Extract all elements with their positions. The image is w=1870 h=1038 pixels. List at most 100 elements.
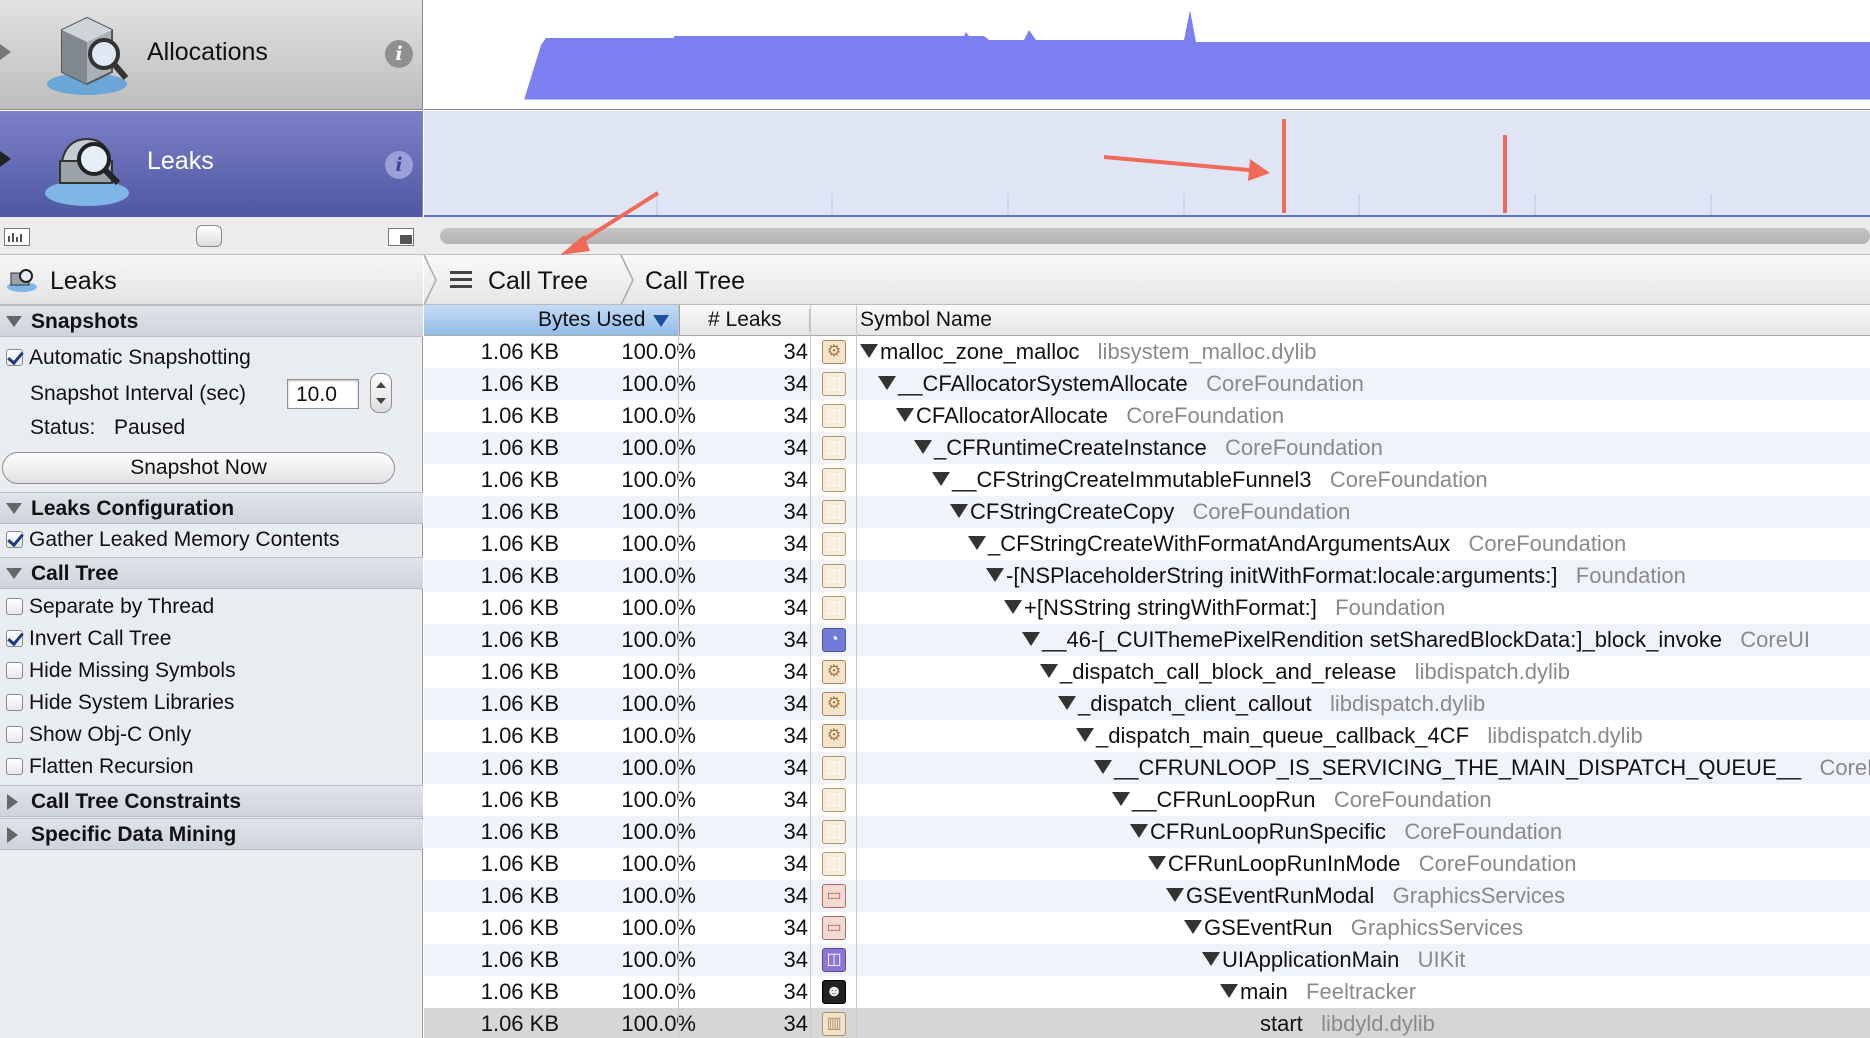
snapshot-now-button[interactable]: Snapshot Now	[2, 452, 395, 484]
interval-stepper[interactable]	[370, 373, 392, 413]
hide-missing-symbols-option[interactable]: Hide Missing Symbols	[6, 657, 236, 685]
cup-icon: ◫	[822, 372, 846, 396]
checkbox[interactable]	[6, 694, 23, 711]
disclosure-triangle-icon[interactable]	[1040, 664, 1058, 678]
section-snapshots[interactable]: Snapshots	[0, 305, 423, 337]
disclosure-triangle-icon[interactable]	[1202, 952, 1220, 966]
bytes-percent-cell: 100.0%	[621, 563, 696, 588]
checkbox[interactable]	[6, 598, 23, 615]
library-name: Feeltracker	[1306, 979, 1417, 1004]
disclosure-triangle-icon[interactable]	[860, 344, 878, 358]
disclosure-triangle-icon[interactable]	[1076, 728, 1094, 742]
table-row[interactable]: 1.06 KB 100.0% 34 ◫ CFRunLoopRunSpecific Cor…	[424, 816, 1870, 848]
disclosure-triangle-icon[interactable]	[1184, 920, 1202, 934]
stepper-down-icon[interactable]	[376, 398, 386, 404]
table-row[interactable]: 1.06 KB 100.0% 34 ◫ CFAllocatorAllocate Core…	[424, 400, 1870, 432]
table-row[interactable]: 1.06 KB 100.0% 34 ◫ __CFRUNLOOP_IS_SERVICING…	[424, 752, 1870, 784]
disclosure-triangle-icon[interactable]	[878, 376, 896, 390]
table-row[interactable]: 1.06 KB 100.0% 34 ◫ CFRunLoopRunInMode CoreF…	[424, 848, 1870, 880]
disclosure-triangle-icon[interactable]	[6, 503, 22, 514]
table-row[interactable]: 1.06 KB 100.0% 34 ⚙ malloc_zone_malloc libsy…	[424, 336, 1870, 368]
instrument-leaks[interactable]: Leaks i	[0, 111, 423, 217]
disclosure-triangle-icon[interactable]	[1130, 824, 1148, 838]
symbol-cell: CFRunLoopRunSpecific CoreFoundation	[1130, 816, 1562, 848]
table-row[interactable]: 1.06 KB 100.0% 34 ◫ _CFRuntimeCreateInstance…	[424, 432, 1870, 464]
table-row[interactable]: 1.06 KB 100.0% 34 ◫ +[NSString stringWithFor…	[424, 592, 1870, 624]
breadcrumb-call-tree[interactable]: Call Tree	[488, 267, 588, 296]
disclosure-triangle-icon[interactable]	[1148, 856, 1166, 870]
instrument-allocations[interactable]: Allocations i	[0, 0, 423, 110]
disclosure-triangle-icon[interactable]	[7, 827, 18, 843]
disclosure-triangle-icon[interactable]	[932, 472, 950, 486]
flatten-recursion-option[interactable]: Flatten Recursion	[6, 753, 194, 781]
stepper-up-icon[interactable]	[376, 382, 386, 388]
info-icon[interactable]: i	[385, 40, 413, 68]
table-row[interactable]: 1.06 KB 100.0% 34 ⚙ _dispatch_main_queue_cal…	[424, 720, 1870, 752]
disclosure-triangle-icon[interactable]	[0, 44, 11, 60]
disclosure-triangle-icon[interactable]	[6, 568, 22, 579]
table-row[interactable]: 1.06 KB 100.0% 34 ☻ main Feeltracker	[424, 976, 1870, 1008]
disclosure-triangle-icon[interactable]	[1166, 888, 1184, 902]
disclosure-triangle-icon[interactable]	[1022, 632, 1040, 646]
checkbox[interactable]	[6, 531, 23, 548]
hide-system-libraries-option[interactable]: Hide System Libraries	[6, 689, 234, 717]
list-icon[interactable]	[450, 270, 472, 290]
bytes-used-cell: 1.06 KB	[480, 691, 559, 716]
disclosure-triangle-icon[interactable]	[1004, 600, 1022, 614]
snapshot-interval-field[interactable]: 10.0	[287, 379, 359, 409]
invert-call-tree-option[interactable]: Invert Call Tree	[6, 625, 171, 653]
breadcrumb-call-tree-current[interactable]: Call Tree	[645, 267, 745, 296]
checkbox[interactable]	[6, 630, 23, 647]
disclosure-triangle-icon[interactable]	[914, 440, 932, 454]
detail-view-icon[interactable]	[388, 228, 414, 246]
table-row[interactable]: 1.06 KB 100.0% 34 ⚙ _dispatch_client_callout…	[424, 688, 1870, 720]
table-row[interactable]: 1.06 KB 100.0% 34 ▭ GSEventRun GraphicsServi…	[424, 912, 1870, 944]
table-row[interactable]: 1.06 KB 100.0% 34 ⚙ _dispatch_call_block_and…	[424, 656, 1870, 688]
table-row[interactable]: 1.06 KB 100.0% 34 ◫ -[NSPlaceholderString in…	[424, 560, 1870, 592]
bar-chart-icon[interactable]	[4, 228, 30, 246]
disclosure-triangle-icon[interactable]	[6, 316, 22, 327]
checkbox[interactable]	[6, 662, 23, 679]
disclosure-triangle-icon[interactable]	[1058, 696, 1076, 710]
table-row[interactable]: 1.06 KB 100.0% 34 ◫ UIApplicationMain UIKit	[424, 944, 1870, 976]
symbol-name-column-header[interactable]: Symbol Name	[860, 305, 992, 335]
disclosure-triangle-icon[interactable]	[896, 408, 914, 422]
status-label: Status:	[30, 416, 96, 439]
disclosure-triangle-icon[interactable]	[1220, 984, 1238, 998]
disclosure-triangle-icon[interactable]	[1112, 792, 1130, 806]
disclosure-triangle-icon[interactable]	[986, 568, 1004, 582]
table-row[interactable]: 1.06 KB 100.0% 34 ▭ GSEventRunModal Graphics…	[424, 880, 1870, 912]
table-row[interactable]: 1.06 KB 100.0% 34 ▥ start libdyld.dylib	[424, 1008, 1870, 1038]
table-row[interactable]: 1.06 KB 100.0% 34 ◫ _CFStringCreateWithForma…	[424, 528, 1870, 560]
show-objc-only-option[interactable]: Show Obj-C Only	[6, 721, 191, 749]
separate-by-thread-option[interactable]: Separate by Thread	[6, 593, 214, 621]
library-name: libdyld.dylib	[1321, 1011, 1435, 1036]
disclosure-triangle-icon[interactable]	[968, 536, 986, 550]
table-row[interactable]: 1.06 KB 100.0% 34 ◫ __CFStringCreateImmutabl…	[424, 464, 1870, 496]
table-row[interactable]: 1.06 KB 100.0% 34 ◫ __CFRunLoopRun CoreFound…	[424, 784, 1870, 816]
checkbox[interactable]	[6, 726, 23, 743]
checkbox[interactable]	[6, 349, 23, 366]
symbol-cell: _dispatch_client_callout libdispatch.dyl…	[1058, 688, 1485, 720]
zoom-slider-thumb[interactable]	[196, 225, 222, 247]
checkbox[interactable]	[6, 758, 23, 775]
info-icon[interactable]: i	[385, 151, 413, 179]
symbol-name: _dispatch_call_block_and_release	[1060, 659, 1397, 684]
gather-leaked-memory-option[interactable]: Gather Leaked Memory Contents	[6, 526, 340, 554]
section-call-tree-constraints[interactable]: Call Tree Constraints	[0, 785, 423, 817]
disclosure-triangle-icon[interactable]	[0, 151, 11, 167]
disclosure-triangle-icon[interactable]	[950, 504, 968, 518]
section-call-tree[interactable]: Call Tree	[0, 557, 423, 589]
section-specific-data-mining[interactable]: Specific Data Mining	[0, 818, 423, 850]
section-leaks-configuration[interactable]: Leaks Configuration	[0, 492, 423, 524]
automatic-snapshotting-option[interactable]: Automatic Snapshotting	[6, 344, 251, 372]
table-row[interactable]: 1.06 KB 100.0% 34 ◫ __CFAllocatorSystemAlloc…	[424, 368, 1870, 400]
allocations-track[interactable]	[424, 0, 1870, 110]
leaks-column-header[interactable]: # Leaks	[708, 305, 782, 335]
disclosure-triangle-icon[interactable]	[7, 794, 18, 810]
table-row[interactable]: 1.06 KB 100.0% 34 ◔ __46-[_CUIThemePixelRend…	[424, 624, 1870, 656]
disclosure-triangle-icon[interactable]	[1094, 760, 1112, 774]
table-row[interactable]: 1.06 KB 100.0% 34 ◫ CFStringCreateCopy CoreF…	[424, 496, 1870, 528]
bytes-used-column-header[interactable]: Bytes Used	[424, 305, 680, 335]
library-name: CoreFoundation	[1192, 499, 1351, 524]
